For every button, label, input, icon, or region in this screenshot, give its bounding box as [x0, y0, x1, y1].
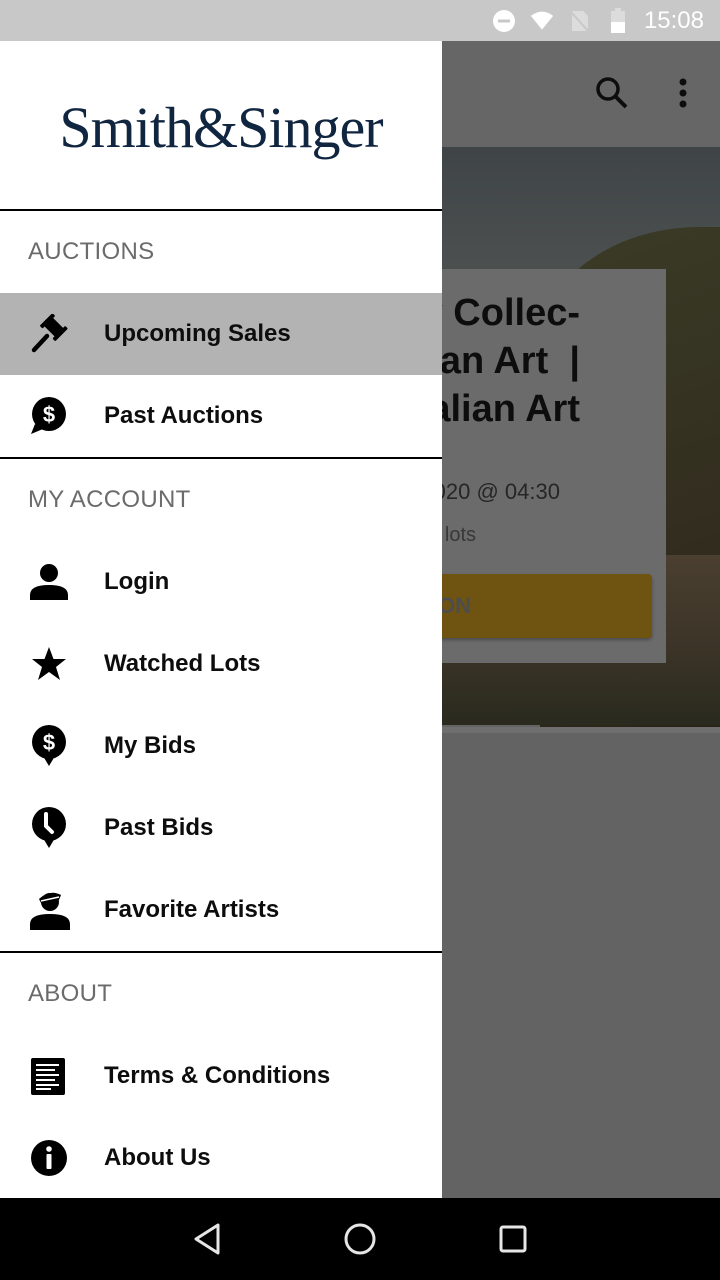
- section-title: MY ACCOUNT: [28, 486, 191, 513]
- section-title: AUCTIONS: [28, 238, 155, 265]
- dollar-chat-icon: $: [0, 396, 104, 436]
- drawer-item-favorite-artists[interactable]: Favorite Artists: [0, 869, 442, 951]
- wifi-icon: [530, 9, 554, 33]
- sale-date: 020 @ 04:30: [433, 479, 560, 504]
- drawer-item-label: About Us: [104, 1144, 211, 1171]
- search-icon[interactable]: [588, 69, 636, 117]
- status-time: 15:08: [643, 6, 704, 34]
- drawer-item-watched-lots[interactable]: Watched Lots: [0, 623, 442, 705]
- drawer-item-terms[interactable]: Terms & Conditions: [0, 1035, 442, 1117]
- drawer-item-upcoming-sales[interactable]: Upcoming Sales: [0, 293, 442, 375]
- drawer-item-past-auctions[interactable]: $ Past Auctions: [0, 375, 442, 457]
- recents-icon[interactable]: [483, 1209, 543, 1269]
- section-about: ABOUT Terms & Conditions About Us: [0, 953, 442, 1198]
- drawer-item-label: Terms & Conditions: [104, 1062, 331, 1089]
- status-bar: 15:08: [0, 0, 720, 41]
- more-vert-icon[interactable]: [659, 69, 707, 117]
- drawer-item-label: Favorite Artists: [104, 896, 280, 923]
- gavel-icon: [0, 314, 104, 354]
- document-icon: [0, 1057, 104, 1095]
- drawer-item-label: Past Bids: [104, 814, 214, 841]
- drawer-item-about-us[interactable]: About Us: [0, 1117, 442, 1198]
- system-nav-bar: [0, 1198, 720, 1280]
- navigation-drawer: Smith&Singer AUCTIONS Upcoming Sales $ P…: [0, 41, 442, 1198]
- star-icon: [0, 644, 104, 684]
- back-icon[interactable]: [177, 1209, 237, 1269]
- sale-lots: lots: [444, 524, 476, 546]
- drawer-item-my-bids[interactable]: $ My Bids: [0, 705, 442, 787]
- dollar-pin-icon: $: [0, 724, 104, 768]
- section-my-account: MY ACCOUNT Login Watched Lots $ My Bids …: [0, 459, 442, 953]
- svg-text:$: $: [43, 402, 55, 427]
- drawer-item-label: Login: [104, 568, 170, 595]
- drawer-item-label: Past Auctions: [104, 402, 264, 429]
- drawer-item-label: Upcoming Sales: [104, 320, 291, 347]
- svg-text:$: $: [43, 730, 55, 755]
- do-not-disturb-icon: [492, 9, 516, 33]
- section-title: ABOUT: [28, 980, 113, 1007]
- artist-icon: [0, 889, 104, 931]
- drawer-item-label: Watched Lots: [104, 650, 261, 677]
- clock-pin-icon: [0, 806, 104, 850]
- no-sim-icon: [568, 9, 592, 33]
- info-icon: [0, 1138, 104, 1178]
- drawer-header: Smith&Singer: [0, 41, 442, 211]
- drawer-item-past-bids[interactable]: Past Bids: [0, 787, 442, 869]
- sale-action-button[interactable]: ON: [420, 574, 652, 638]
- drawer-item-login[interactable]: Login: [0, 541, 442, 623]
- battery-icon: [606, 7, 630, 33]
- home-icon[interactable]: [330, 1209, 390, 1269]
- person-icon: [0, 562, 104, 602]
- section-auctions: AUCTIONS Upcoming Sales $ Past Auctions: [0, 211, 442, 459]
- brand-logo: Smith&Singer: [59, 94, 383, 160]
- drawer-item-label: My Bids: [104, 732, 197, 759]
